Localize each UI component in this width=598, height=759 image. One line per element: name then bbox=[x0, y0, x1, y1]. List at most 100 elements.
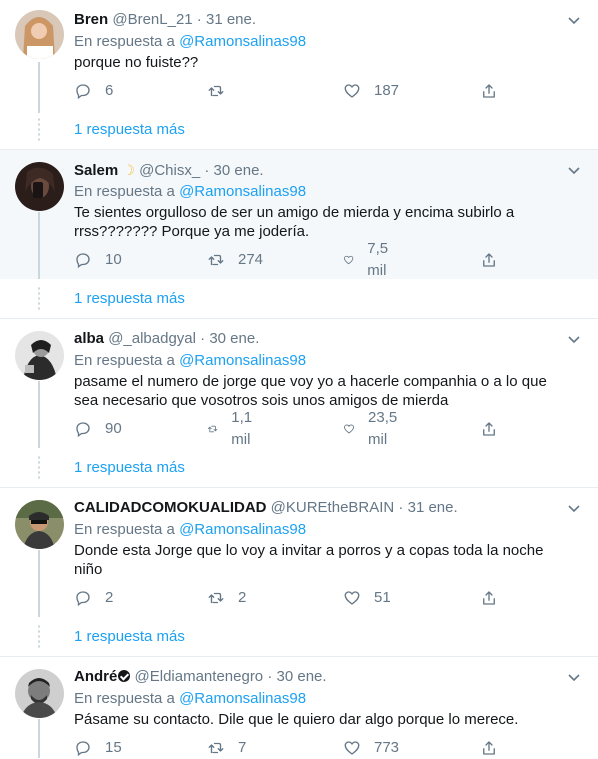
tweet[interactable]: CALIDADCOMOKUALIDAD @KUREtheBRAIN · 31 e… bbox=[0, 488, 598, 617]
retweet-button[interactable]: 7 bbox=[207, 737, 246, 759]
reply-count: 10 bbox=[105, 251, 122, 268]
share-icon bbox=[483, 253, 495, 267]
share-button[interactable] bbox=[480, 418, 498, 440]
chevron-down-icon[interactable] bbox=[566, 331, 582, 347]
thread-line bbox=[38, 212, 40, 279]
reply-mention-link[interactable]: @Ramonsalinas98 bbox=[179, 183, 306, 200]
user-handle[interactable]: @Chisx_ bbox=[139, 162, 200, 179]
tweet-text: Donde esta Jorge que lo voy a invitar a … bbox=[74, 542, 544, 578]
reply-icon bbox=[76, 741, 90, 757]
separator-dot: · bbox=[263, 668, 277, 685]
chevron-down-icon[interactable] bbox=[566, 162, 582, 178]
reply-button[interactable]: 10 bbox=[74, 249, 122, 271]
reply-mention-link[interactable]: @Ramonsalinas98 bbox=[179, 690, 306, 707]
chevron-down-icon[interactable] bbox=[566, 12, 582, 28]
share-button[interactable] bbox=[480, 587, 498, 609]
retweet-icon bbox=[208, 742, 224, 754]
like-count: 51 bbox=[374, 589, 391, 606]
user-handle[interactable]: @Eldiamantenegro bbox=[135, 668, 264, 685]
reply-button[interactable]: 15 bbox=[74, 737, 122, 759]
reply-button[interactable]: 6 bbox=[74, 80, 113, 102]
separator-dot: · bbox=[200, 162, 214, 179]
retweet-button[interactable] bbox=[207, 80, 238, 102]
heart-icon bbox=[344, 741, 360, 755]
show-more-replies[interactable]: 1 respuesta más bbox=[0, 448, 598, 488]
verified-badge-icon bbox=[118, 670, 131, 682]
user-handle[interactable]: @BrenL_21 bbox=[112, 11, 192, 28]
tweet-header: André @Eldiamantenegro · 30 ene. bbox=[74, 667, 558, 687]
reply-context: En respuesta a @Ramonsalinas98 bbox=[74, 32, 306, 52]
retweet-count: 7 bbox=[238, 739, 247, 756]
chevron-down-icon[interactable] bbox=[566, 669, 582, 685]
tweet-header: CALIDADCOMOKUALIDAD @KUREtheBRAIN · 31 e… bbox=[74, 498, 558, 518]
like-count: 187 bbox=[374, 82, 400, 99]
thread-dots bbox=[38, 455, 40, 481]
reply-mention-link[interactable]: @Ramonsalinas98 bbox=[179, 521, 306, 538]
reply-mention-link[interactable]: @Ramonsalinas98 bbox=[179, 33, 306, 50]
thread-line bbox=[38, 62, 40, 113]
show-more-replies[interactable]: 1 respuesta más bbox=[0, 110, 598, 150]
retweet-button[interactable]: 274 bbox=[207, 249, 263, 271]
more-replies-link[interactable]: 1 respuesta más bbox=[74, 627, 185, 647]
display-name[interactable]: André bbox=[74, 668, 117, 685]
reply-button[interactable]: 90 bbox=[74, 418, 122, 440]
reply-button[interactable]: 2 bbox=[74, 587, 113, 609]
thread-line bbox=[38, 381, 40, 448]
crescent-moon-icon: ☽ bbox=[122, 162, 135, 178]
tweet-date[interactable]: 31 ene. bbox=[408, 499, 458, 516]
retweet-count: 274 bbox=[238, 251, 264, 268]
display-name[interactable]: alba bbox=[74, 330, 104, 347]
reply-count: 2 bbox=[105, 589, 114, 606]
heart-icon bbox=[344, 591, 360, 605]
tweet-text: Te sientes orgulloso de ser un amigo de … bbox=[74, 204, 515, 240]
retweet-button[interactable]: 1,1 mil bbox=[207, 409, 259, 448]
like-count: 7,5 mil bbox=[367, 240, 389, 279]
user-handle[interactable]: @_albadgyal bbox=[108, 330, 196, 347]
reply-count: 90 bbox=[105, 420, 122, 437]
tweet[interactable]: André @Eldiamantenegro · 30 ene. En resp… bbox=[0, 657, 598, 758]
show-more-replies[interactable]: 1 respuesta más bbox=[0, 617, 598, 657]
share-button[interactable] bbox=[480, 80, 498, 102]
thread-line bbox=[38, 550, 40, 617]
display-name[interactable]: Bren bbox=[74, 11, 108, 28]
like-button[interactable]: 51 bbox=[343, 587, 391, 609]
share-button[interactable] bbox=[480, 249, 498, 271]
share-button[interactable] bbox=[480, 737, 498, 759]
tweet-date[interactable]: 30 ene. bbox=[214, 162, 264, 179]
tweet[interactable]: alba @_albadgyal · 30 ene. En respuesta … bbox=[0, 319, 598, 448]
like-button[interactable]: 7,5 mil bbox=[343, 240, 395, 279]
retweet-button[interactable]: 2 bbox=[207, 587, 246, 609]
like-button[interactable]: 23,5 mil bbox=[343, 409, 403, 448]
share-icon bbox=[483, 741, 495, 755]
like-button[interactable]: 187 bbox=[343, 80, 399, 102]
retweet-icon bbox=[208, 85, 224, 97]
tweet-text: Pásame su contacto. Dile que le quiero d… bbox=[74, 711, 519, 728]
reply-icon bbox=[76, 84, 90, 100]
display-name[interactable]: CALIDADCOMOKUALIDAD bbox=[74, 499, 266, 516]
tweet-header: alba @_albadgyal · 30 ene. bbox=[74, 329, 558, 349]
avatar[interactable] bbox=[15, 162, 64, 211]
heart-icon bbox=[344, 424, 354, 434]
avatar[interactable] bbox=[15, 331, 64, 380]
reply-context: En respuesta a @Ramonsalinas98 bbox=[74, 520, 306, 540]
more-replies-link[interactable]: 1 respuesta más bbox=[74, 458, 185, 478]
avatar[interactable] bbox=[15, 669, 64, 718]
more-replies-link[interactable]: 1 respuesta más bbox=[74, 289, 185, 309]
tweet-date[interactable]: 31 ene. bbox=[206, 11, 256, 28]
like-count: 773 bbox=[374, 739, 400, 756]
display-name[interactable]: Salem bbox=[74, 162, 118, 179]
reply-prefix: En respuesta a bbox=[74, 183, 180, 200]
show-more-replies[interactable]: 1 respuesta más bbox=[0, 279, 598, 319]
tweet[interactable]: Salem ☽ @Chisx_ · 30 ene. En respuesta a… bbox=[0, 150, 598, 279]
avatar[interactable] bbox=[15, 500, 64, 549]
tweet-text: pasame el numero de jorge que voy yo a h… bbox=[74, 373, 547, 409]
more-replies-link[interactable]: 1 respuesta más bbox=[74, 120, 185, 140]
user-handle[interactable]: @KUREtheBRAIN bbox=[271, 499, 395, 516]
tweet-date[interactable]: 30 ene. bbox=[209, 330, 259, 347]
tweet[interactable]: Bren @BrenL_21 · 31 ene. En respuesta a … bbox=[0, 0, 598, 113]
chevron-down-icon[interactable] bbox=[566, 500, 582, 516]
reply-mention-link[interactable]: @Ramonsalinas98 bbox=[179, 352, 306, 369]
tweet-date[interactable]: 30 ene. bbox=[277, 668, 327, 685]
avatar[interactable] bbox=[15, 10, 64, 59]
like-button[interactable]: 773 bbox=[343, 737, 399, 759]
